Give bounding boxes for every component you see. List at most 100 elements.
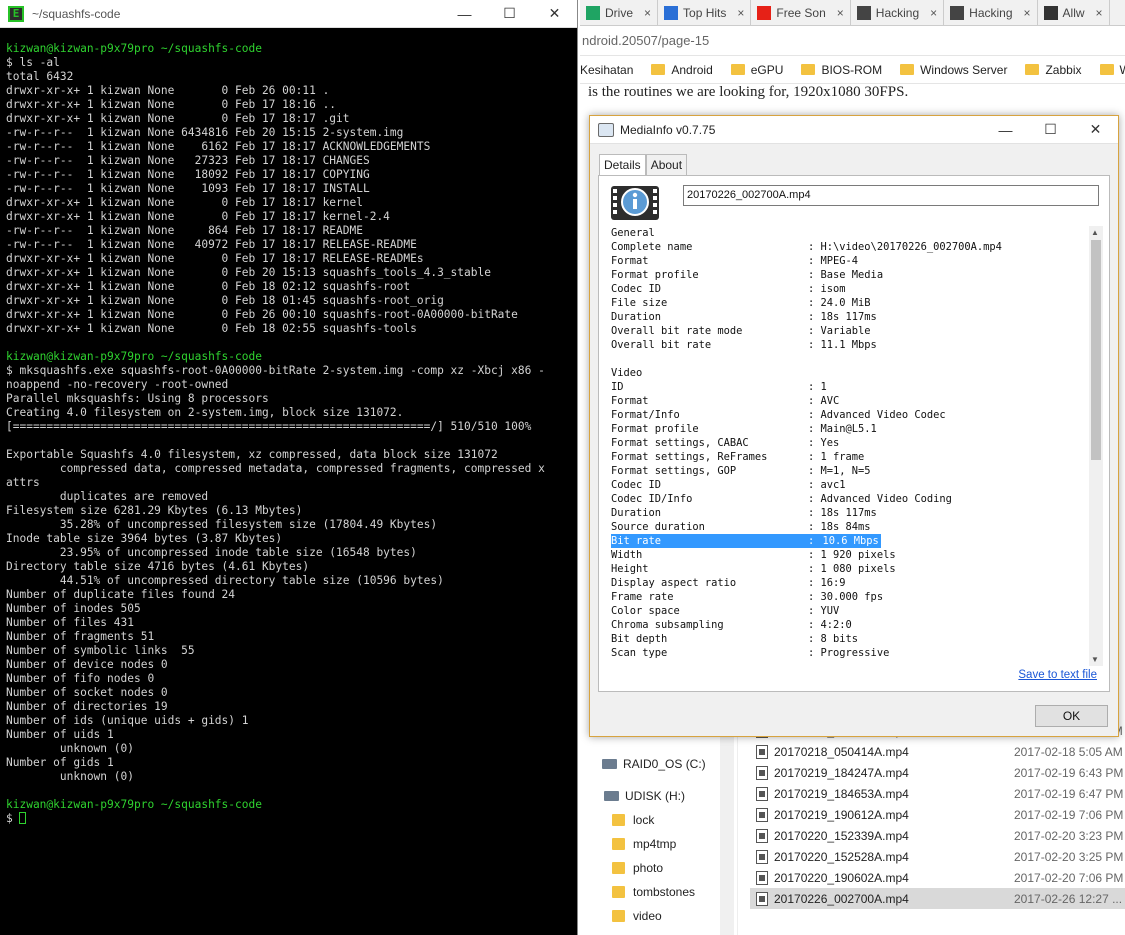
terminal-line: -rw-r--r-- 1 kizwan None 6434816 Feb 20 … [6,126,573,140]
terminal-window[interactable]: E ~/squashfs-code — ☐ ✕ kizwan@kizwan-p9… [0,0,578,935]
tab-details[interactable]: Details [599,154,646,176]
terminal-line-text: Parallel mksquashfs: Using 8 processors [6,392,269,405]
bookmark-item[interactable]: Zabbix [1025,63,1082,77]
nav-item[interactable]: mp4tmp [612,837,676,851]
bookmark-item[interactable]: BIOS-ROM [801,63,882,77]
terminal-line-text: -rw-r--r-- 1 kizwan None 27323 Feb 17 18… [6,154,370,167]
mediainfo-titlebar[interactable]: MediaInfo v0.7.75 — ☐ ✕ [590,116,1118,144]
video-file-icon [756,786,768,801]
media-info-key: Format settings, GOP [611,465,737,477]
close-icon[interactable]: ✕ [532,0,577,28]
terminal-line: total 6432 [6,70,573,84]
bookmark-item[interactable]: Kesihatan [580,63,633,77]
media-info-value: Variable [820,325,871,337]
media-details-text[interactable]: General Complete name: H:\video\20170226_… [611,226,1083,668]
scrollbar-thumb[interactable] [1091,240,1101,460]
terminal-titlebar[interactable]: E ~/squashfs-code — ☐ ✕ [0,0,577,28]
terminal-line-text: noappend -no-recovery -root-owned [6,378,229,391]
mediainfo-tabs: Details About [599,154,688,176]
bookmark-item[interactable]: eGPU [730,63,783,77]
folder-icon [612,838,625,850]
maximize-icon[interactable]: ☐ [487,0,532,28]
browser-tab[interactable]: Allw × [1038,0,1110,25]
terminal-line: Number of symbolic links 55 [6,644,573,658]
scroll-up-icon[interactable]: ▲ [1091,228,1099,237]
bookmark-label: Websen [1120,63,1125,77]
file-row[interactable]: 20170226_002700A.mp4 2017-02-26 12:27 ... [750,888,1125,909]
video-file-icon [756,891,768,906]
terminal-line: drwxr-xr-x+ 1 kizwan None 0 Feb 17 18:17… [6,210,573,224]
tab-close-icon[interactable]: × [1096,6,1103,20]
drive-icon [604,791,619,801]
nav-item[interactable]: RAID0_OS (C:) [602,757,706,771]
browser-tab-label: Free Son [776,6,826,20]
browser-tab[interactable]: Hacking × [944,0,1038,25]
tab-close-icon[interactable]: × [837,6,844,20]
media-info-row: Format/Info: Advanced Video Codec [611,408,1083,422]
tab-favicon-icon [664,6,679,20]
media-info-separator: : [808,605,821,617]
media-info-separator: : [808,451,821,463]
drive-icon [602,759,617,769]
terminal-line-text: 44.51% of uncompressed directory table s… [6,574,444,587]
media-info-value: Progressive [820,647,890,659]
nav-item[interactable]: UDISK (H:) [604,789,685,803]
file-row[interactable]: 20170220_190602A.mp4 2017-02-20 7:06 PM [750,867,1125,888]
terminal-line: -rw-r--r-- 1 kizwan None 864 Feb 17 18:1… [6,224,573,238]
details-scrollbar[interactable]: ▲ ▼ [1089,226,1103,666]
tab-about[interactable]: About [645,154,688,176]
media-info-value: M=1, N=5 [820,465,871,477]
media-info-separator: : [808,283,821,295]
media-info-row: Complete name: H:\video\20170226_002700A… [611,240,1083,254]
terminal-output[interactable]: kizwan@kizwan-p9x79pro ~/squashfs-code $ … [6,42,573,935]
tab-close-icon[interactable]: × [930,6,937,20]
browser-tab[interactable]: Top Hits × [658,0,752,25]
nav-item[interactable]: photo [612,861,663,875]
file-row[interactable]: 20170218_050414A.mp4 2017-02-18 5:05 AM [750,741,1125,762]
file-row[interactable]: 20170219_190612A.mp4 2017-02-19 7:06 PM [750,804,1125,825]
browser-tab[interactable]: Drive × [580,0,659,25]
media-info-separator: : [808,647,821,659]
terminal-line-text: 35.28% of uncompressed filesystem size (… [6,518,438,531]
file-row[interactable]: 20170220_152528A.mp4 2017-02-20 3:25 PM [750,846,1125,867]
tab-close-icon[interactable]: × [644,6,651,20]
minimize-icon[interactable]: — [983,116,1028,144]
terminal-line-text: -rw-r--r-- 1 kizwan None 18092 Feb 17 18… [6,168,370,181]
folder-icon [801,64,816,75]
terminal-line-text: drwxr-xr-x+ 1 kizwan None 0 Feb 18 02:12… [6,280,411,293]
file-date: 2017-02-19 6:43 PM [1014,765,1124,780]
media-info-value: 1 080 pixels [820,563,896,575]
close-icon[interactable]: ✕ [1073,116,1118,144]
nav-item[interactable]: tombstones [612,885,695,899]
file-row[interactable]: 20170219_184247A.mp4 2017-02-19 6:43 PM [750,762,1125,783]
address-bar[interactable]: ndroid.20507/page-15 [580,26,1125,56]
browser-tab[interactable]: Hacking × [851,0,945,25]
terminal-line-text: Inode table size 3964 bytes (3.87 Kbytes… [6,532,283,545]
media-info-row: Overall bit rate: 11.1 Mbps [611,338,1083,352]
terminal-line-text: unknown (0) [6,770,134,783]
file-row[interactable]: 20170219_184653A.mp4 2017-02-19 6:47 PM [750,783,1125,804]
bookmark-item[interactable]: Websen [1099,63,1125,77]
nav-item[interactable]: lock [612,813,654,827]
save-to-text-file-link[interactable]: Save to text file [1018,669,1097,681]
mediainfo-dialog[interactable]: MediaInfo v0.7.75 — ☐ ✕ Details About 20… [589,115,1119,737]
bookmark-item[interactable]: Android [651,63,713,77]
media-info-separator: : [808,325,821,337]
file-row[interactable]: 20170220_152339A.mp4 2017-02-20 3:23 PM [750,825,1125,846]
media-info-row: Video [611,366,1083,380]
media-info-separator: : [808,269,821,281]
nav-item[interactable]: video [612,909,662,923]
terminal-line-text: duplicates are removed [6,490,209,503]
terminal-line: Number of gids 1 [6,756,573,770]
bookmark-item[interactable]: Windows Server [900,63,1007,77]
tab-close-icon[interactable]: × [1024,6,1031,20]
browser-tab[interactable]: Free Son × [751,0,851,25]
maximize-icon[interactable]: ☐ [1028,116,1073,144]
ok-button[interactable]: OK [1035,705,1108,727]
filename-field[interactable]: 20170226_002700A.mp4 [683,185,1099,206]
media-info-separator: : [808,311,821,323]
minimize-icon[interactable]: — [442,0,487,28]
tab-close-icon[interactable]: × [737,6,744,20]
scroll-down-icon[interactable]: ▼ [1091,655,1099,664]
terminal-line: kizwan@kizwan-p9x79pro ~/squashfs-code [6,42,573,56]
